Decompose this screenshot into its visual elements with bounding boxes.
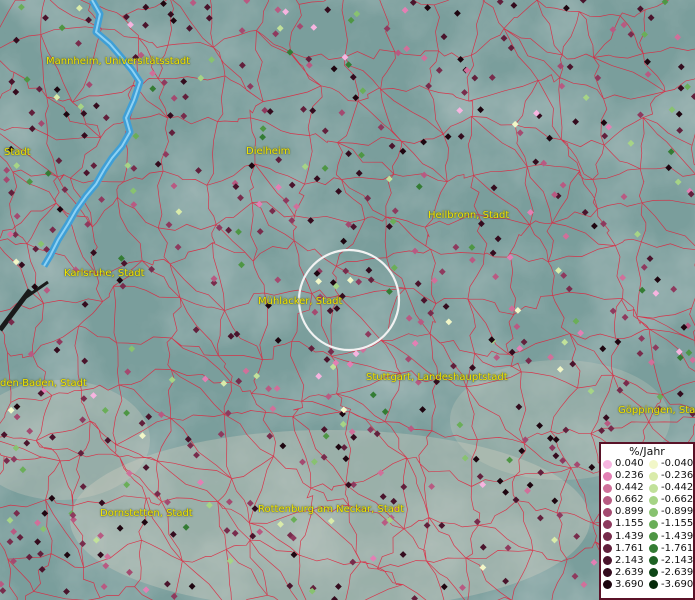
legend-entry-positive: 2.143	[601, 555, 647, 567]
legend-swatch	[603, 471, 612, 481]
legend-value: -1.155	[661, 518, 694, 530]
legend-row: 1.155 -1.155	[601, 518, 693, 530]
legend-value: -0.040	[661, 458, 694, 469]
legend-value: -1.761	[661, 542, 694, 554]
legend-entry-positive: 1.155	[601, 518, 647, 530]
city-label: Rottenburg am Neckar, Stadt	[258, 504, 405, 515]
legend-value: 0.662	[615, 494, 644, 506]
legend-swatch	[603, 483, 612, 493]
legend-rows: 0.040 -0.040 0.236 -0.236 0.442 -0.442 0.662 -0…	[601, 458, 693, 591]
legend-value: 0.236	[615, 470, 644, 482]
legend-entry-negative: -0.442	[647, 482, 693, 494]
legend-value: -0.662	[661, 494, 694, 506]
legend-value: -0.442	[661, 482, 694, 494]
legend-row: 3.690 -3.690	[601, 579, 693, 591]
legend-entry-negative: -0.236	[647, 470, 693, 482]
map-view[interactable]: Mannheim, Universitätsstadt Stadt Dielhe…	[0, 0, 695, 600]
legend-swatch	[649, 495, 658, 505]
legend-value: -0.236	[661, 470, 694, 482]
legend-swatch	[649, 580, 658, 590]
legend-entry-negative: -0.040	[647, 458, 693, 470]
legend-row: 2.639 -2.639	[601, 567, 693, 579]
legend-value: -2.143	[661, 554, 694, 566]
legend-swatch	[603, 532, 612, 542]
legend-value: -2.639	[661, 566, 694, 578]
legend-swatch	[649, 568, 658, 578]
city-label: Stadt	[4, 147, 31, 158]
legend-swatch	[603, 568, 612, 578]
legend-entry-positive: 0.899	[601, 506, 647, 518]
legend-entry-positive: 1.439	[601, 531, 647, 543]
city-label: Stuttgart, Landeshauptstadt	[366, 372, 508, 383]
legend-row: 0.899 -0.899	[601, 506, 693, 518]
legend-entry-positive: 0.040	[601, 458, 647, 470]
legend-value: 0.442	[615, 482, 644, 494]
city-label: den-Baden, Stadt	[0, 378, 87, 389]
legend-swatch	[603, 507, 612, 517]
legend-value: 0.899	[615, 506, 644, 518]
legend-value: -0.899	[661, 506, 694, 518]
legend-swatch	[649, 459, 658, 469]
legend: %/Jahr 0.040 -0.040 0.236 -0.236 0.442 -0.442…	[599, 442, 695, 600]
legend-entry-positive: 1.761	[601, 543, 647, 555]
city-label: Heilbronn, Stadt	[428, 210, 510, 221]
city-label: Dielheim	[246, 146, 291, 157]
legend-value: -1.439	[661, 530, 694, 542]
legend-entry-positive: 0.236	[601, 470, 647, 482]
legend-swatch	[603, 556, 612, 566]
legend-value: 2.639	[615, 566, 644, 578]
legend-entry-positive: 2.639	[601, 567, 647, 579]
legend-entry-positive: 0.442	[601, 482, 647, 494]
legend-entry-negative: -1.155	[647, 518, 693, 530]
legend-swatch	[603, 580, 612, 590]
legend-entry-negative: -3.690	[647, 579, 693, 591]
legend-swatch	[649, 556, 658, 566]
legend-row: 1.761 -1.761	[601, 543, 693, 555]
legend-value: 1.439	[615, 530, 644, 542]
legend-entry-positive: 3.690	[601, 579, 647, 591]
legend-row: 0.040 -0.040	[601, 458, 693, 470]
legend-row: 0.442 -0.442	[601, 482, 693, 494]
legend-entry-negative: -1.439	[647, 531, 693, 543]
legend-swatch	[603, 459, 612, 469]
legend-title: %/Jahr	[629, 445, 665, 458]
city-label: Mühlacker, Stadt	[258, 296, 343, 307]
legend-value: 3.690	[615, 578, 644, 590]
legend-entry-negative: -1.761	[647, 543, 693, 555]
legend-swatch	[649, 471, 658, 481]
legend-value: 2.143	[615, 554, 644, 566]
legend-entry-positive: 0.662	[601, 494, 647, 506]
city-label: Dornstetten, Stadt	[100, 508, 193, 519]
legend-swatch	[603, 520, 612, 530]
legend-swatch	[649, 507, 658, 517]
legend-entry-negative: -0.899	[647, 506, 693, 518]
legend-entry-negative: -2.143	[647, 555, 693, 567]
legend-row: 2.143 -2.143	[601, 555, 693, 567]
legend-swatch	[649, 483, 658, 493]
legend-value: 1.155	[615, 518, 644, 530]
legend-swatch	[649, 544, 658, 554]
legend-value: 0.040	[615, 458, 644, 469]
city-label: Mannheim, Universitätsstadt	[46, 56, 191, 67]
legend-swatch	[603, 544, 612, 554]
legend-row: 0.236 -0.236	[601, 470, 693, 482]
legend-entry-negative: -0.662	[647, 494, 693, 506]
city-label: Karlsruhe, Stadt	[64, 268, 145, 279]
legend-swatch	[603, 495, 612, 505]
legend-swatch	[649, 520, 658, 530]
legend-value: -3.690	[661, 578, 694, 590]
legend-swatch	[649, 532, 658, 542]
legend-entry-negative: -2.639	[647, 567, 693, 579]
city-label: Göppingen, Stadt	[618, 405, 695, 416]
legend-row: 1.439 -1.439	[601, 531, 693, 543]
legend-row: 0.662 -0.662	[601, 494, 693, 506]
legend-value: 1.761	[615, 542, 644, 554]
